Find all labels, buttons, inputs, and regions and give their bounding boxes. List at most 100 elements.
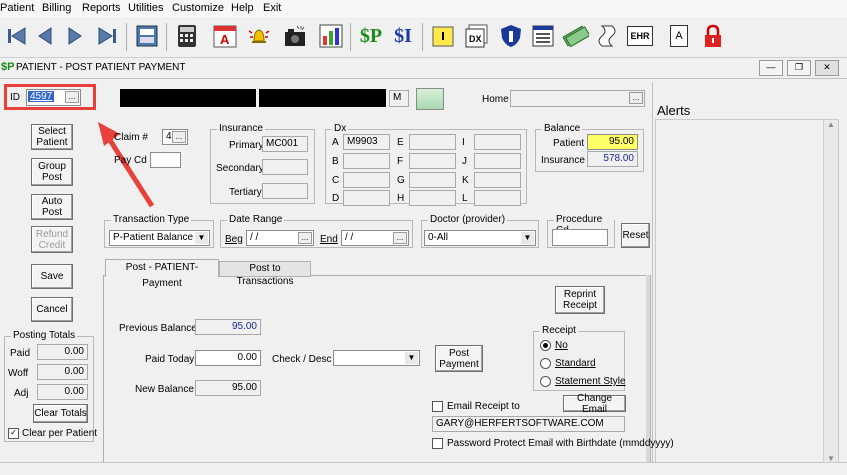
paid-today-field[interactable]: 0.00 xyxy=(195,350,261,366)
dx-icon[interactable]: DX xyxy=(462,21,492,51)
home-field[interactable]: ... xyxy=(510,90,645,107)
shield-icon[interactable] xyxy=(496,21,526,51)
minimize-button[interactable]: — xyxy=(759,60,783,76)
cancel-button[interactable]: Cancel xyxy=(31,297,73,322)
dx-letter-e: E xyxy=(397,137,404,148)
receipt-title: Receipt xyxy=(540,325,578,336)
reset-button[interactable]: Reset xyxy=(621,223,650,248)
calendar-icon[interactable]: A xyxy=(210,21,240,51)
tab-post-to-transactions[interactable]: Post to Transactions xyxy=(219,261,311,287)
home-lookup-button[interactable]: ... xyxy=(629,92,643,104)
camera-icon[interactable] xyxy=(280,21,310,51)
dx-title: Dx xyxy=(332,123,349,134)
receipt-standard-label: Standard xyxy=(555,358,596,369)
check-desc-select[interactable]: ▼ xyxy=(333,350,420,366)
tertiary-field[interactable] xyxy=(262,183,308,199)
password-protect-label: Password Protect Email with Birthdate (m… xyxy=(447,438,674,449)
clear-per-patient-checkbox[interactable]: ✓ xyxy=(8,428,19,439)
alerts-scrollbar[interactable]: ▲ ▼ xyxy=(823,120,838,463)
menu-customize[interactable]: Customize xyxy=(172,2,224,14)
beg-date-picker-button[interactable]: ... xyxy=(298,232,312,244)
post-payment-button[interactable]: Post Payment xyxy=(435,345,483,372)
paper-icon[interactable] xyxy=(592,21,622,51)
secondary-field[interactable] xyxy=(262,159,308,175)
restore-button[interactable]: ❐ xyxy=(787,60,811,76)
end-date-picker-button[interactable]: ... xyxy=(393,232,407,244)
date-range-label: Date Range xyxy=(227,214,285,225)
menu-help[interactable]: Help xyxy=(231,2,254,14)
procedure-field[interactable] xyxy=(552,229,608,246)
alerts-panel[interactable]: ▲ ▼ xyxy=(655,119,839,464)
dx-field-i[interactable] xyxy=(474,134,521,150)
doctor-select[interactable]: 0-All ▼ xyxy=(424,230,536,246)
dx-field-h[interactable] xyxy=(409,190,456,206)
password-protect-checkbox[interactable] xyxy=(432,438,443,449)
transaction-type-select[interactable]: P-Patient Balance ▼ xyxy=(109,230,210,246)
print-icon[interactable] xyxy=(132,21,162,51)
group-post-button[interactable]: Group Post xyxy=(31,158,73,186)
menu-reports[interactable]: Reports xyxy=(82,2,121,14)
dx-field-b[interactable] xyxy=(343,153,390,169)
chart-icon[interactable] xyxy=(316,21,346,51)
dx-field-f[interactable] xyxy=(409,153,456,169)
tab-post-patient-payment[interactable]: Post - PATIENT- Payment xyxy=(105,259,219,289)
next-record-icon[interactable] xyxy=(60,21,90,51)
lock-icon[interactable] xyxy=(698,21,728,51)
receipt-no-radio[interactable] xyxy=(540,340,551,351)
dx-field-j[interactable] xyxy=(474,153,521,169)
pay-cd-label: Pay Cd xyxy=(114,155,147,166)
money-icon[interactable] xyxy=(560,21,590,51)
chevron-down-icon: ▼ xyxy=(195,232,208,244)
dx-field-c[interactable] xyxy=(343,172,390,188)
claim-field[interactable]: 4... xyxy=(162,129,188,145)
email-receipt-checkbox[interactable] xyxy=(432,401,443,412)
color-swatch[interactable] xyxy=(416,88,444,110)
dx-field-l[interactable] xyxy=(474,190,521,206)
receipt-standard-radio[interactable] xyxy=(540,358,551,369)
window-app-icon: $P xyxy=(1,61,15,73)
patient-payment-icon[interactable]: $P xyxy=(356,21,386,51)
dx-field-e[interactable] xyxy=(409,134,456,150)
folder-icon[interactable] xyxy=(428,21,458,51)
select-patient-button[interactable]: Select Patient xyxy=(31,124,73,150)
window-title-bar: $P PATIENT - POST PATIENT PAYMENT — ❐ ✕ xyxy=(0,58,847,79)
menu-patient[interactable]: Patient xyxy=(0,2,34,14)
a-document-icon[interactable]: A xyxy=(664,21,694,51)
reprint-receipt-button[interactable]: Reprint Receipt xyxy=(555,286,605,314)
check-desc-label: Check / Desc xyxy=(272,354,332,365)
primary-field[interactable]: MC001 xyxy=(262,136,308,152)
receipt-statement-radio[interactable] xyxy=(540,376,551,387)
dx-field-a[interactable]: M9903 xyxy=(343,134,390,150)
last-record-icon[interactable] xyxy=(92,21,122,51)
first-record-icon[interactable] xyxy=(2,21,32,51)
form-icon[interactable] xyxy=(528,21,558,51)
pay-cd-field[interactable] xyxy=(150,152,181,168)
paid-today-label: Paid Today xyxy=(145,354,195,365)
dx-letter-b: B xyxy=(332,156,339,167)
beg-date-field[interactable]: / /... xyxy=(246,230,314,246)
clear-totals-button[interactable]: Clear Totals xyxy=(33,404,88,423)
dx-field-d[interactable] xyxy=(343,190,390,206)
claim-lookup-button[interactable]: ... xyxy=(172,131,186,143)
ehr-icon[interactable]: EHR xyxy=(624,21,656,51)
paid-total-label: Paid xyxy=(10,348,31,359)
menu-utilities[interactable]: Utilities xyxy=(128,2,163,14)
menu-exit[interactable]: Exit xyxy=(263,2,281,14)
calculator-icon[interactable] xyxy=(172,21,202,51)
menu-billing[interactable]: Billing xyxy=(42,2,71,14)
insurance-payment-icon[interactable]: $I xyxy=(388,21,418,51)
email-field[interactable]: GARY@HERFERTSOFTWARE.COM xyxy=(432,416,625,432)
auto-post-button[interactable]: Auto Post xyxy=(31,194,73,220)
refund-credit-button[interactable]: Refund Credit xyxy=(31,226,73,253)
dx-field-g[interactable] xyxy=(409,172,456,188)
save-button[interactable]: Save xyxy=(31,264,73,289)
prev-record-icon[interactable] xyxy=(30,21,60,51)
insurance-balance-label: Insurance xyxy=(541,155,585,166)
alarm-bell-icon[interactable] xyxy=(244,21,274,51)
dx-field-k[interactable] xyxy=(474,172,521,188)
end-date-field[interactable]: / /... xyxy=(341,230,409,246)
change-email-button[interactable]: Change Email xyxy=(563,393,626,415)
menu-bar: Patient Billing Reports Utilities Custom… xyxy=(0,0,847,18)
insurance-title: Insurance xyxy=(217,123,265,134)
close-button[interactable]: ✕ xyxy=(815,60,839,76)
